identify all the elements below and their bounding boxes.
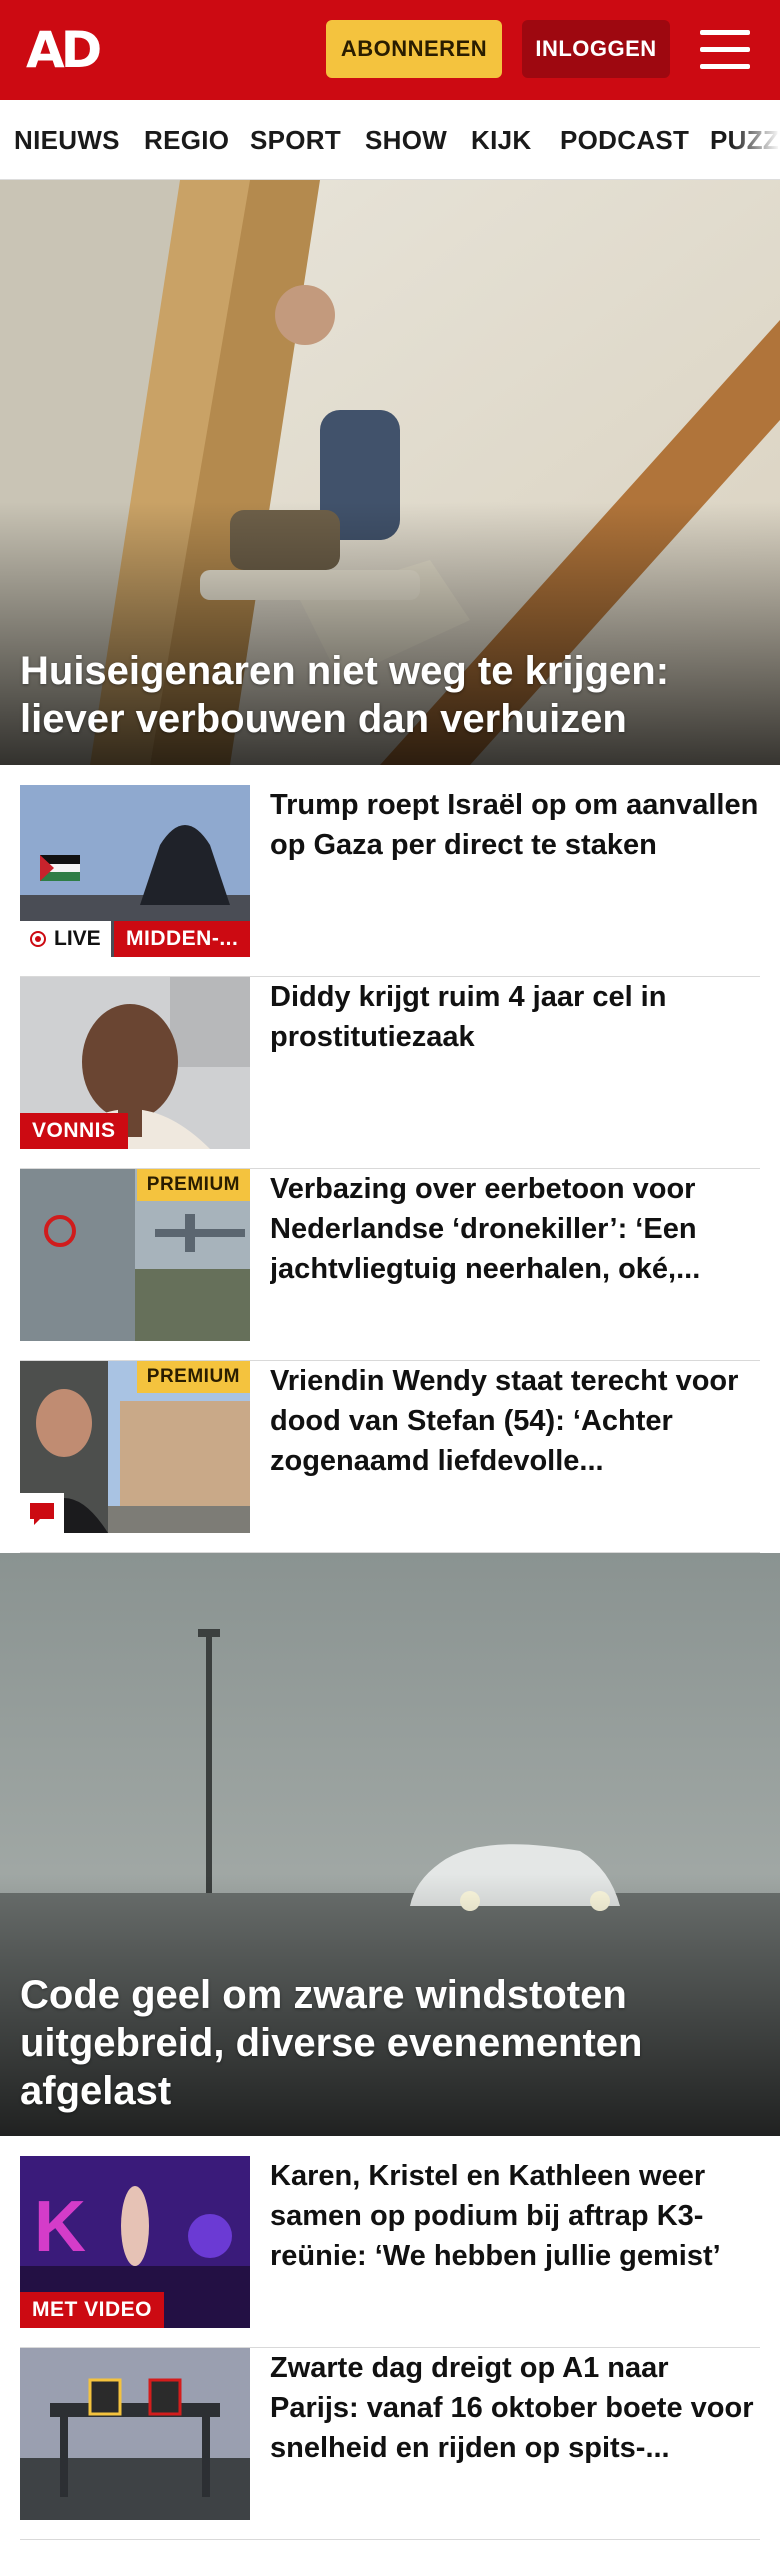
article-title[interactable]: Vriendin Wendy staat terecht voor dood v… (270, 1361, 760, 1481)
article-row[interactable]: K MET VIDEO Karen, Kristel en Kathleen w… (20, 2156, 760, 2348)
comment-icon (20, 1493, 64, 1533)
article-row[interactable]: LIVE MIDDEN-... Trump roept Israël op om… (20, 785, 760, 977)
site-header: AD ABONNEREN INLOGGEN (0, 0, 780, 100)
article-title[interactable]: Karen, Kristel en Kathleen weer samen op… (270, 2156, 760, 2276)
category-badge: MIDDEN-... (114, 921, 250, 957)
article-thumbnail: PREMIUM (20, 1361, 250, 1533)
menu-icon[interactable] (700, 28, 750, 72)
article-title[interactable]: Trump roept Israël op om aanvallen op Ga… (270, 785, 760, 865)
nav-item-podcast[interactable]: PODCAST (560, 100, 689, 179)
hero-article-stairlift[interactable]: Huiseigenaren niet weg te krijgen: lieve… (0, 180, 780, 765)
article-row[interactable]: Zwarte dag dreigt op A1 naar Parijs: van… (20, 2348, 760, 2540)
nav-item-nieuws[interactable]: NIEUWS (14, 100, 120, 179)
article-row[interactable]: PREMIUM Vriendin Wendy staat terecht voo… (20, 1361, 760, 1553)
article-thumbnail: VONNIS (20, 977, 250, 1149)
article-title[interactable]: Verbazing over eerbetoon voor Nederlands… (270, 1169, 760, 1289)
article-row[interactable]: PREMIUM Verbazing over eerbetoon voor Ne… (20, 1169, 760, 1361)
category-badge: MET VIDEO (20, 2292, 165, 2328)
nav-item-sport[interactable]: SPORT (250, 100, 341, 179)
category-badge: VONNIS (20, 1113, 128, 1149)
article-thumbnail: K MET VIDEO (20, 2156, 250, 2328)
hero-title[interactable]: Code geel om zware windstoten uitgebreid… (20, 1971, 760, 2115)
k3-stage-logo: K (34, 2187, 86, 2267)
live-dot-icon (30, 931, 46, 947)
hero-title[interactable]: Huiseigenaren niet weg te krijgen: lieve… (20, 647, 760, 743)
article-thumbnail (20, 2348, 250, 2520)
hero-article-storm[interactable]: Code geel om zware windstoten uitgebreid… (0, 1553, 780, 2136)
live-label: LIVE (54, 927, 101, 950)
login-button[interactable]: INLOGGEN (522, 20, 670, 78)
article-title[interactable]: Zwarte dag dreigt op A1 naar Parijs: van… (270, 2348, 760, 2468)
article-row[interactable]: VONNIS Diddy krijgt ruim 4 jaar cel in p… (20, 977, 760, 1169)
nav-item-kijk[interactable]: KIJK (471, 100, 531, 179)
nav-fade (730, 100, 780, 179)
nav-item-show[interactable]: SHOW (365, 100, 447, 179)
premium-badge: PREMIUM (136, 1169, 250, 1201)
subscribe-button[interactable]: ABONNEREN (326, 20, 502, 78)
nav-item-regio[interactable]: REGIO (144, 100, 229, 179)
ad-logo[interactable]: AD (26, 24, 102, 76)
premium-badge: PREMIUM (136, 1361, 250, 1393)
live-indicator: LIVE (20, 921, 111, 957)
article-title[interactable]: Diddy krijgt ruim 4 jaar cel in prostitu… (270, 977, 760, 1057)
section-nav: NIEUWS REGIO SPORT SHOW KIJK PODCAST PUZ… (0, 100, 780, 180)
article-thumbnail: PREMIUM (20, 1169, 250, 1341)
article-thumbnail: LIVE MIDDEN-... (20, 785, 250, 957)
